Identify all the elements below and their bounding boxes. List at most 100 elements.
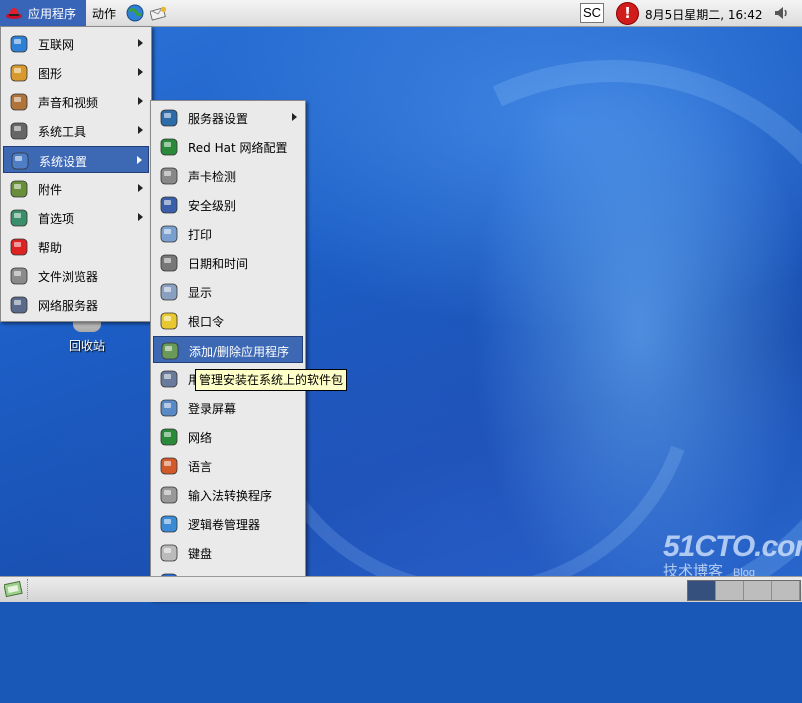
system-settings-item[interactable]: 声卡检测 [153,162,303,189]
input-method-icon [160,486,178,504]
applications-menu-item[interactable]: 附件 [3,175,149,202]
submenu-arrow-icon [138,68,143,76]
system-settings-item[interactable]: 逻辑卷管理器 [153,510,303,537]
network-icon [160,428,178,446]
show-desktop-icon[interactable] [4,580,24,598]
input-method-indicator[interactable]: SC [580,3,604,23]
actions-menu-button[interactable]: 动作 [92,5,116,22]
tooltip: 管理安装在系统上的软件包 [195,369,348,391]
workspace-1[interactable] [688,581,716,600]
package-icon [161,342,179,360]
applications-menu-item-label: 互联网 [38,38,75,52]
users-icon [160,370,178,388]
applications-menu-item-label: 系统工具 [38,125,87,139]
paint-palette-icon [10,64,28,82]
workspace-4[interactable] [772,581,800,600]
applications-menu-item[interactable]: 互联网 [3,30,149,57]
system-settings-item[interactable]: 日期和时间 [153,249,303,276]
system-settings-item[interactable]: 安全级别 [153,191,303,218]
applications-menu-item-label: 附件 [38,183,63,197]
system-settings-item-label: Red Hat 网络配置 [188,141,288,155]
system-settings-item[interactable]: 添加/删除应用程序 [153,336,303,363]
redhat-logo-icon [6,8,22,19]
film-music-icon [10,93,28,111]
system-settings-item-label: 安全级别 [188,199,237,213]
system-settings-item[interactable]: 网络 [153,423,303,450]
system-settings-item[interactable]: 打印 [153,220,303,247]
calendar-icon [160,254,178,272]
applications-menu-item-label: 系统设置 [39,155,88,169]
system-settings-item-label: 显示 [188,286,213,300]
trash-label: 回收站 [68,339,105,353]
speaker-icon [160,167,178,185]
tools-icon [10,122,28,140]
system-settings-item-label: 登录屏幕 [188,402,237,416]
lifebuoy-icon [10,238,28,256]
workspace-2[interactable] [716,581,744,600]
preferences-icon [10,209,28,227]
server-icon [160,109,178,127]
monitor-settings-icon [11,152,29,170]
panel-clock[interactable]: 8月5日星期二, 16:42 [645,6,762,23]
system-settings-item[interactable]: 登录屏幕 [153,394,303,421]
web-browser-launcher-icon[interactable] [126,4,144,22]
system-settings-item-label: 网络 [188,431,213,445]
globe-icon [10,35,28,53]
applications-menu-item[interactable]: 网络服务器 [3,291,149,318]
volume-icon[interactable] [772,4,790,22]
system-settings-item[interactable]: 服务器设置 [153,104,303,131]
applications-menu-item[interactable]: 声音和视频 [3,88,149,115]
panel-separator [27,579,29,599]
watermark-logo-text: 51CTO.com [663,530,802,563]
email-launcher-icon[interactable] [150,4,168,22]
site-watermark: 51CTO.com 技术博客Blog [663,530,802,581]
file-browser-icon [10,267,28,285]
applications-menu-item-label: 声音和视频 [38,96,99,110]
top-panel: 应用程序 动作 SC ! 8月5日星期二, 16:42 [0,0,802,27]
security-icon [160,196,178,214]
lvm-icon [160,515,178,533]
submenu-arrow-icon [138,184,143,192]
system-settings-item-label: 根口令 [188,315,225,329]
submenu-arrow-icon [138,39,143,47]
applications-menu-item[interactable]: 图形 [3,59,149,86]
system-settings-item-label: 逻辑卷管理器 [188,518,261,532]
system-settings-item[interactable]: 显示 [153,278,303,305]
applications-menu-item-label: 图形 [38,67,63,81]
system-settings-item[interactable]: 键盘 [153,539,303,566]
printer-icon [160,225,178,243]
system-settings-item-label: 添加/删除应用程序 [189,345,290,359]
system-settings-item-label: 键盘 [188,547,213,561]
applications-menu-item[interactable]: 文件浏览器 [3,262,149,289]
submenu-arrow-icon [138,213,143,221]
applications-menu-item-label: 网络服务器 [38,299,99,313]
network-server-icon [10,296,28,314]
system-settings-item[interactable]: Red Hat 网络配置 [153,133,303,160]
language-icon [160,457,178,475]
system-settings-item-label: 服务器设置 [188,112,249,126]
applications-menu-item[interactable]: 系统工具 [3,117,149,144]
applications-menu-button[interactable]: 应用程序 [0,0,86,26]
bottom-panel [0,576,802,602]
keyboard-icon [160,544,178,562]
applications-menu-item-label: 文件浏览器 [38,270,99,284]
system-settings-item-label: 声卡检测 [188,170,237,184]
rhn-config-icon [160,138,178,156]
submenu-arrow-icon [138,126,143,134]
system-settings-item[interactable]: 输入法转换程序 [153,481,303,508]
workspace-3[interactable] [744,581,772,600]
display-icon [160,283,178,301]
applications-menu-item[interactable]: 帮助 [3,233,149,260]
applications-menu-item[interactable]: 系统设置 [3,146,149,173]
workspace-switcher[interactable] [687,580,801,601]
system-settings-item[interactable]: 根口令 [153,307,303,334]
update-alert-icon[interactable]: ! [616,2,639,25]
applications-menu-item[interactable]: 首选项 [3,204,149,231]
system-settings-item[interactable]: 语言 [153,452,303,479]
system-settings-item-label: 语言 [188,460,213,474]
system-settings-item-label: 日期和时间 [188,257,249,271]
system-settings-submenu: 服务器设置 Red Hat 网络配置 声卡检测安全级别打印日期和时间显示根口令添加/… [150,100,306,600]
applications-menu-item-label: 帮助 [38,241,63,255]
applications-menu-item-label: 首选项 [38,212,75,226]
applications-menu-label: 应用程序 [28,6,77,21]
